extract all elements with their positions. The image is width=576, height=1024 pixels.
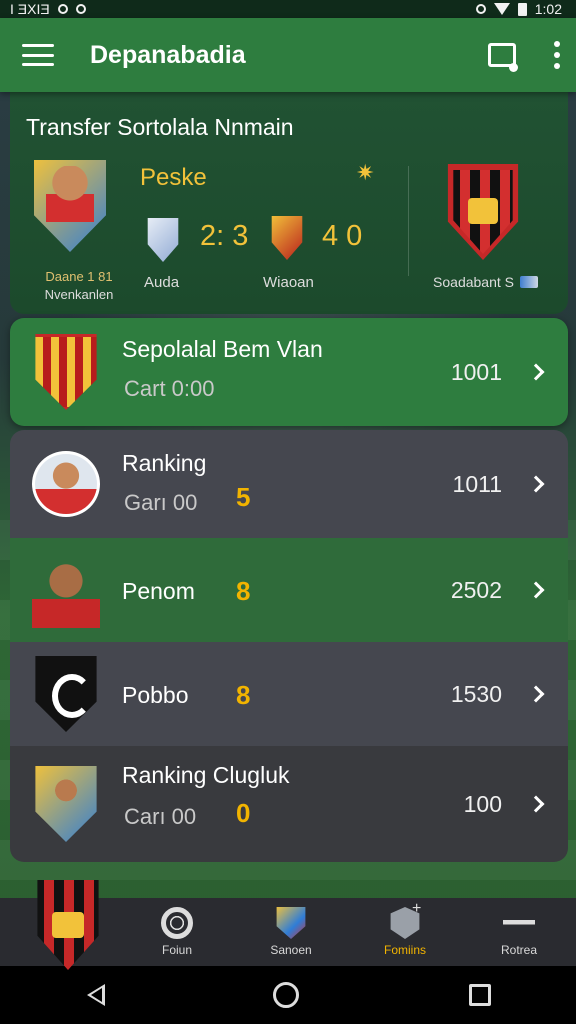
list-item-value: 1001: [450, 358, 502, 385]
content: Transfer Sortolala Nnmain Daane 1 81 Nve…: [10, 92, 568, 862]
flag-icon: [520, 276, 538, 288]
nav-label: Fomiins: [383, 943, 426, 957]
list-item[interactable]: Ranking Garı 00 5 1011: [10, 430, 568, 538]
list-item-text: Ranking Garı 00 5: [122, 430, 453, 538]
list-item-title: Ranking: [122, 450, 207, 476]
team-a-caption: Auda: [144, 274, 180, 291]
wifi-icon: [493, 3, 510, 15]
list-item-value: 1011: [452, 470, 502, 497]
list-item-value: 2502: [450, 576, 502, 603]
list-item-count: 5: [236, 482, 251, 512]
list-item-value: 100: [463, 790, 502, 817]
player-crest-icon: [35, 766, 97, 842]
alarm-icon: [475, 4, 486, 14]
chat-icon[interactable]: [488, 43, 518, 72]
list-item[interactable]: Pobbo 8 1530: [10, 642, 568, 746]
right-caption: Soadabant S: [433, 274, 538, 290]
list-item-subtitle: Carı 00: [124, 804, 197, 829]
app-title: Depanabadia: [90, 40, 246, 69]
chevron-right-icon: [527, 363, 545, 381]
list-item-count: 0: [236, 798, 251, 828]
list-item-text: Ranking Clugluk Carı 00 0: [122, 746, 464, 862]
score-a: 2: 3: [200, 220, 249, 252]
club-crest-icon: [35, 656, 97, 732]
left-caption-line1: Daane 1 81: [45, 269, 113, 284]
chevron-right-icon: [527, 475, 545, 493]
divider: [408, 166, 409, 276]
battery-icon: [517, 2, 527, 16]
left-caption-line2: Nvenkanlen: [44, 287, 114, 302]
player-avatar: [32, 451, 100, 517]
list-item-title: Penom: [122, 578, 195, 604]
status-bar: I ƎXIƎ 1:02: [0, 0, 576, 18]
right-caption-text: Soadabant S: [433, 274, 514, 290]
list-item-value: 1530: [450, 680, 502, 707]
system-navigation: [0, 966, 576, 1024]
player-avatar: [32, 552, 100, 628]
team-a-crest-icon: [147, 218, 179, 262]
team-b-crest-icon: [271, 216, 303, 260]
runner-icon: [503, 907, 535, 939]
notification-icon: [57, 4, 68, 14]
list-item[interactable]: Penom 8 2502: [10, 538, 568, 642]
team-b-caption: Wiaoan: [263, 274, 314, 291]
nav-item-rotrea[interactable]: Rotrea: [462, 898, 576, 966]
list-item-text: Sepolalal Bem Vlan Cart 0:00: [122, 318, 451, 426]
status-time: 1:02: [534, 1, 562, 17]
app-bar: Depanabadia: [0, 18, 576, 92]
match-card-title: Transfer Sortolala Nnmain: [26, 114, 294, 140]
status-left: I ƎXIƎ: [10, 1, 86, 17]
chevron-right-icon: [527, 685, 545, 703]
list-item-text: Pobbo 8: [122, 642, 451, 746]
list-item-title: Ranking Clugluk: [122, 762, 290, 788]
club-crest-icon: [447, 164, 519, 260]
plus-icon: +: [412, 900, 422, 917]
list-item-title: Pobbo: [122, 682, 189, 708]
shield-icon: [276, 907, 306, 939]
list-item[interactable]: Ranking Clugluk Carı 00 0 100: [10, 746, 568, 862]
status-glyphs: I ƎXIƎ: [10, 1, 50, 17]
home-icon[interactable]: [273, 982, 299, 1008]
back-icon[interactable]: [85, 984, 105, 1006]
nav-label: Foiun: [161, 943, 193, 957]
chevron-right-icon: [527, 581, 545, 599]
list-item-title: Sepolalal Bem Vlan: [122, 336, 323, 362]
sync-icon: [75, 4, 86, 14]
list-item-count: 8: [236, 680, 251, 710]
highlight-label: Peske: [140, 164, 207, 191]
recent-apps-icon[interactable]: [469, 984, 491, 1006]
list-item-text: Penom 8: [122, 538, 451, 642]
target-icon: [161, 907, 193, 939]
list-item[interactable]: Sepolalal Bem Vlan Cart 0:00 1001: [10, 318, 568, 426]
nav-item-foiun[interactable]: Foiun: [120, 898, 234, 966]
nav-item-fomiins[interactable]: Fomiins +: [348, 898, 462, 966]
score-b: 4 0: [322, 220, 363, 252]
nav-label: Rotrea: [500, 943, 538, 957]
ranking-list: Ranking Garı 00 5 1011 Penom 8 2502 Pobb…: [10, 430, 568, 862]
chevron-right-icon: [527, 795, 545, 813]
nav-label: Sanoen: [270, 943, 312, 957]
app-actions: [488, 41, 560, 72]
status-right: 1:02: [475, 1, 562, 17]
player-crest-icon: [34, 160, 106, 252]
club-crest-icon: [35, 334, 97, 410]
list-item-count: 8: [236, 576, 251, 606]
menu-icon[interactable]: [22, 44, 54, 66]
match-card[interactable]: Transfer Sortolala Nnmain Daane 1 81 Nve…: [10, 92, 568, 314]
list-item-subtitle: Cart 0:00: [124, 376, 215, 401]
nav-item-sanoen[interactable]: Sanoen: [234, 898, 348, 966]
left-caption: Daane 1 81 Nvenkanlen: [34, 268, 124, 304]
star-icon[interactable]: ✷: [356, 160, 374, 186]
more-options-icon[interactable]: [554, 41, 560, 69]
list-item-subtitle: Garı 00: [124, 490, 198, 515]
